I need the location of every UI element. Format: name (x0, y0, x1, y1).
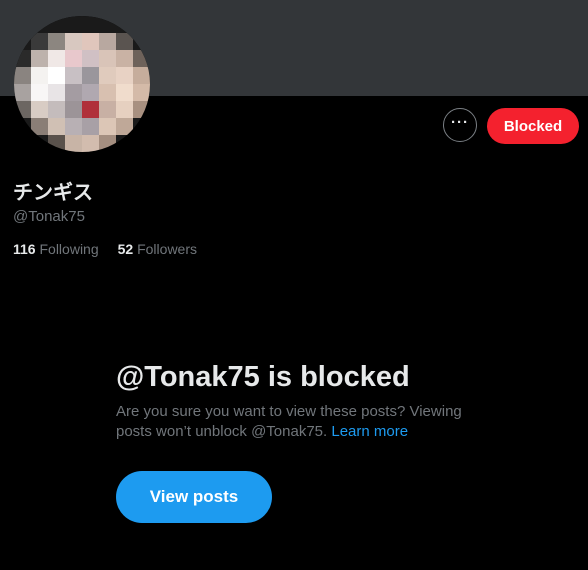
following-label: Following (39, 241, 99, 257)
following-link[interactable]: 116 Following (13, 240, 99, 258)
profile-stats: 116 Following 52 Followers (13, 240, 197, 258)
blocked-title: @Tonak75 is blocked (116, 361, 410, 393)
blocked-button[interactable]: Blocked (487, 108, 579, 144)
profile-page: ··· Blocked チンギス @Tonak75 116 Following … (0, 0, 588, 570)
following-count: 116 (13, 241, 36, 257)
user-handle: @Tonak75 (13, 208, 85, 225)
followers-link[interactable]: 52 Followers (118, 240, 197, 258)
more-horizontal-icon: ··· (451, 114, 469, 131)
display-name: チンギス (13, 182, 93, 204)
followers-label: Followers (137, 241, 197, 257)
view-posts-button[interactable]: View posts (116, 471, 272, 523)
followers-count: 52 (117, 241, 134, 257)
blocked-description: Are you sure you want to view these post… (116, 402, 496, 442)
blocked-description-text: Are you sure you want to view these post… (116, 403, 462, 440)
pixelated-avatar-image (14, 16, 150, 152)
learn-more-link[interactable]: Learn more (331, 423, 408, 440)
avatar[interactable] (14, 16, 150, 152)
more-options-button[interactable]: ··· (443, 108, 477, 142)
